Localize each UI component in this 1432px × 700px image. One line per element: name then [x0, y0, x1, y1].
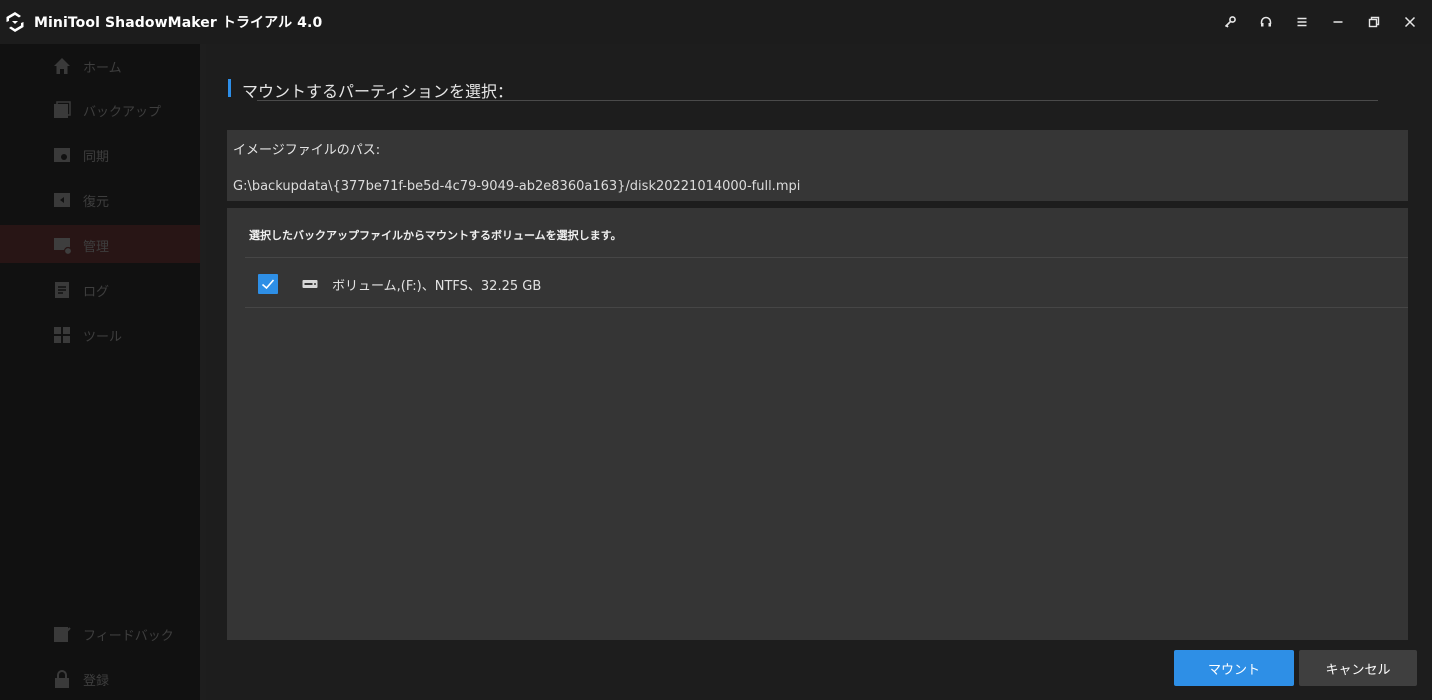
key-icon[interactable] [1212, 8, 1248, 36]
log-icon [55, 282, 69, 298]
sidebar-item-label: 同期 [83, 150, 110, 165]
app-title: MiniTool ShadowMaker トライアル 4.0 [34, 15, 323, 31]
minimize-icon[interactable] [1320, 8, 1356, 36]
restore-icon[interactable] [1356, 8, 1392, 36]
image-path-value: G:\backupdata\{377be71f-be5d-4c79-9049-a… [233, 179, 801, 194]
backup-icon [54, 101, 71, 118]
title-bar: MiniTool ShadowMaker トライアル 4.0 [0, 0, 1432, 44]
sidebar-item-manage[interactable]: 管理 [0, 225, 200, 263]
sidebar-item-sync[interactable]: 同期 [0, 135, 200, 173]
section-divider [257, 100, 1378, 101]
sidebar-item-label: 管理 [83, 240, 110, 255]
sidebar-item-feedback[interactable]: フィードバック [0, 614, 200, 652]
menu-icon[interactable] [1284, 8, 1320, 36]
section-accent-bar [228, 79, 231, 97]
sidebar-item-label: バックアップ [83, 105, 162, 120]
app-logo-icon [6, 12, 24, 32]
sidebar-item-tools[interactable]: ツール [0, 315, 200, 353]
sidebar-item-log[interactable]: ログ [0, 270, 200, 308]
volume-label: ボリューム,(F:)、NTFS、32.25 GB [332, 279, 542, 294]
checkmark-icon [261, 279, 275, 290]
drive-icon [302, 280, 318, 288]
sidebar-item-restore[interactable]: 復元 [0, 180, 200, 218]
section-title: マウントするパーティションを選択： [242, 82, 514, 101]
sidebar-item-home[interactable]: ホーム [0, 46, 200, 84]
headset-icon[interactable] [1248, 8, 1284, 36]
sidebar-item-label: 登録 [83, 674, 110, 689]
sidebar-item-label: ツール [83, 330, 123, 345]
sidebar-item-label: ログ [83, 285, 110, 300]
sidebar-item-register[interactable]: 登録 [0, 659, 200, 697]
volume-row-divider [245, 307, 1408, 308]
sidebar-item-label: フィードバック [83, 629, 174, 644]
restore-data-icon [54, 193, 70, 207]
sidebar-item-label: 復元 [83, 195, 110, 210]
home-icon [54, 58, 70, 74]
lock-icon [55, 670, 69, 688]
mount-button[interactable]: マウント [1174, 650, 1294, 686]
cancel-button[interactable]: キャンセル [1299, 650, 1417, 686]
sidebar-item-backup[interactable]: バックアップ [0, 90, 200, 128]
window-controls [1212, 8, 1428, 36]
close-icon[interactable] [1392, 8, 1428, 36]
manage-icon [54, 238, 72, 255]
tools-icon [54, 327, 70, 343]
volume-checkbox[interactable] [258, 274, 278, 294]
feedback-icon [54, 627, 71, 642]
sync-icon [54, 148, 70, 162]
sidebar-item-label: ホーム [83, 61, 122, 76]
volume-list-heading: 選択したバックアップファイルからマウントするボリュームを選択します。 [249, 229, 622, 242]
image-path-label: イメージファイルのパス: [233, 143, 381, 158]
